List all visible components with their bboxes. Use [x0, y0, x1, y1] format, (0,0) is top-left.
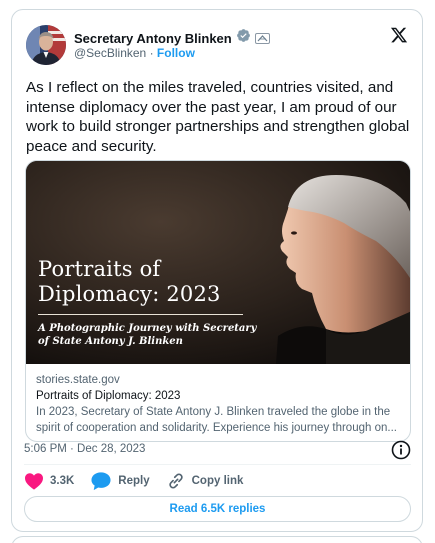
link-icon: [166, 471, 186, 491]
like-count: 3.3K: [50, 475, 75, 487]
heart-icon: [24, 472, 44, 490]
copy-link-button[interactable]: Copy link: [166, 471, 244, 491]
reply-icon: [90, 471, 112, 491]
follow-button[interactable]: Follow: [157, 46, 195, 60]
image-subtitle: A Photographic Journey with Secretary of…: [38, 323, 257, 347]
next-card-edge: [11, 536, 423, 543]
info-icon[interactable]: [391, 440, 411, 460]
image-title: Portraits of Diplomacy: 2023: [38, 257, 221, 306]
tweet-text: As I reflect on the miles traveled, coun…: [26, 79, 410, 155]
author-name[interactable]: Secretary Antony Blinken: [74, 31, 232, 46]
author-name-row: Secretary Antony Blinken: [74, 28, 270, 48]
actions-divider: [24, 464, 411, 465]
x-logo-icon[interactable]: [390, 26, 408, 44]
government-badge-icon: [254, 32, 270, 44]
link-title: Portraits of Diplomacy: 2023: [36, 390, 181, 402]
link-domain: stories.state.gov: [36, 374, 120, 386]
link-preview-card[interactable]: Portraits of Diplomacy: 2023 A Photograp…: [25, 160, 411, 442]
action-bar: 3.3K Reply Copy link: [24, 470, 259, 492]
link-description: In 2023, Secretary of State Antony J. Bl…: [36, 406, 397, 434]
link-preview-image[interactable]: Portraits of Diplomacy: 2023 A Photograp…: [26, 161, 410, 364]
like-button[interactable]: 3.3K: [24, 472, 74, 490]
handle-row: @SecBlinken · Follow: [74, 46, 195, 60]
tweet-timestamp[interactable]: 5:06 PM · Dec 28, 2023: [24, 443, 145, 455]
author-handle[interactable]: @SecBlinken: [74, 46, 146, 60]
verified-icon: [236, 28, 251, 48]
reply-label: Reply: [118, 475, 150, 487]
read-replies-button[interactable]: Read 6.5K replies: [24, 496, 411, 522]
avatar[interactable]: [26, 25, 66, 65]
handle-separator: ·: [149, 46, 154, 60]
copy-link-label: Copy link: [191, 475, 244, 487]
image-divider: [38, 314, 243, 315]
link-meta: stories.state.gov Portraits of Diplomacy…: [36, 372, 406, 436]
reply-button[interactable]: Reply: [90, 471, 150, 491]
